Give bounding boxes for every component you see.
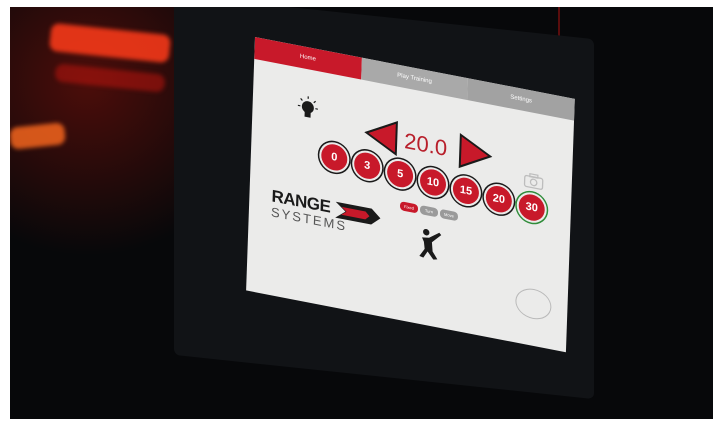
tab-label: Play Training xyxy=(397,72,432,86)
distance-button[interactable]: 10 xyxy=(419,167,447,198)
distance-value: 20.0 xyxy=(403,127,448,162)
bulb-icon[interactable] xyxy=(294,93,321,131)
range-systems-logo: RANGE SYSTEMS xyxy=(271,186,381,234)
distance-button[interactable]: 5 xyxy=(386,158,414,190)
mode-button-move[interactable]: Move xyxy=(439,208,459,222)
mode-button-fixed[interactable]: Fixed xyxy=(399,201,419,214)
tab-label: Settings xyxy=(510,94,533,105)
distance-button[interactable]: 0 xyxy=(320,141,348,173)
distance-button[interactable]: 15 xyxy=(452,175,480,207)
mode-button-turn[interactable]: Turn xyxy=(419,205,439,218)
person-icon[interactable] xyxy=(416,226,443,266)
photo-background: Home Play Training Settings 20.0 0 3 5 1… xyxy=(10,7,713,419)
distance-button[interactable]: 3 xyxy=(353,150,381,182)
distance-button[interactable]: 30 xyxy=(518,192,546,223)
certification-badge xyxy=(514,285,552,323)
mode-selector: Fixed Turn Move xyxy=(399,201,459,222)
distance-button[interactable]: 20 xyxy=(485,183,513,215)
tab-label: Home xyxy=(299,53,317,63)
